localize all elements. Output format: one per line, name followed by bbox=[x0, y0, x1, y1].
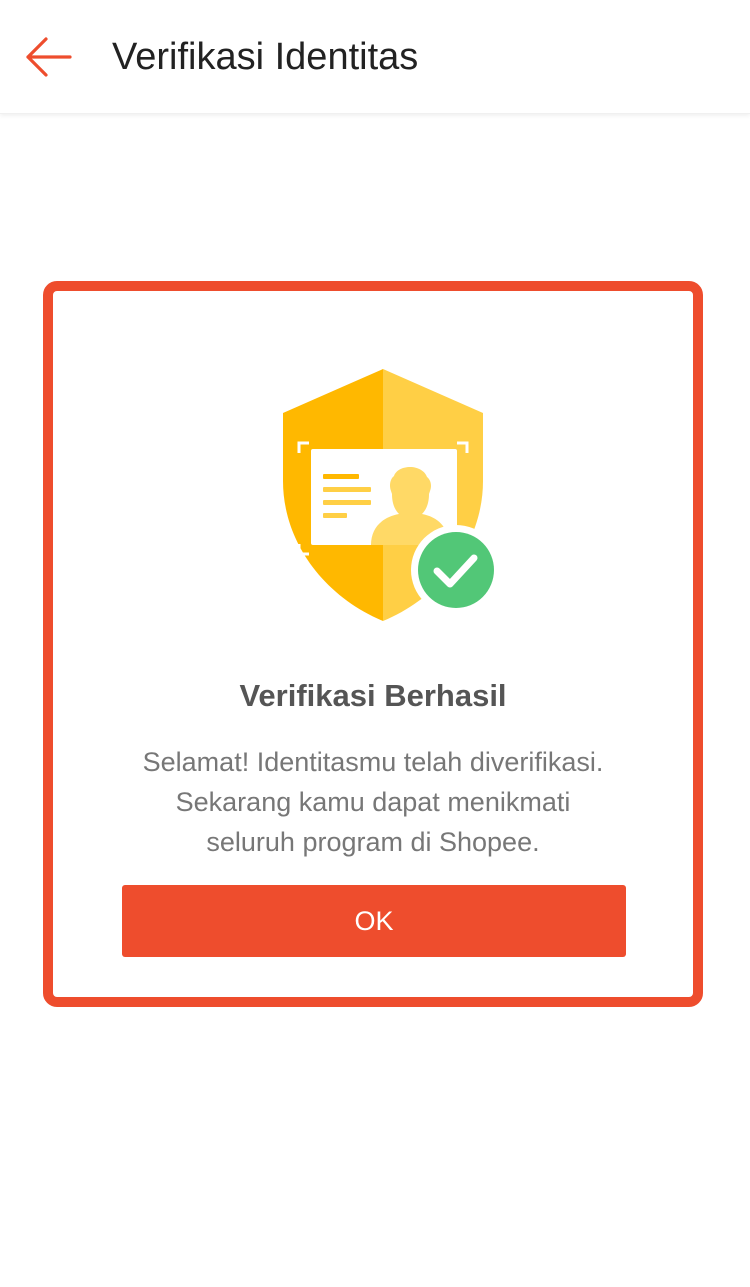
verification-success-dialog: Verifikasi Berhasil Selamat! Identitasmu… bbox=[43, 281, 703, 1007]
success-message-line: seluruh program di Shopee. bbox=[206, 827, 540, 857]
ok-button[interactable]: OK bbox=[122, 885, 626, 957]
success-message-line: Sekarang kamu dapat menikmati bbox=[175, 787, 571, 817]
check-circle-icon bbox=[411, 525, 498, 615]
success-title: Verifikasi Berhasil bbox=[239, 678, 507, 713]
page-title: Verifikasi Identitas bbox=[112, 36, 419, 78]
arrow-left-icon bbox=[26, 37, 72, 77]
verification-illustration bbox=[268, 361, 498, 623]
back-button[interactable] bbox=[22, 34, 74, 80]
success-message-line: Selamat! Identitasmu telah diverifikasi. bbox=[142, 747, 604, 777]
app-bar: Verifikasi Identitas bbox=[0, 0, 750, 114]
success-message: Selamat! Identitasmu telah diverifikasi.… bbox=[113, 742, 633, 862]
